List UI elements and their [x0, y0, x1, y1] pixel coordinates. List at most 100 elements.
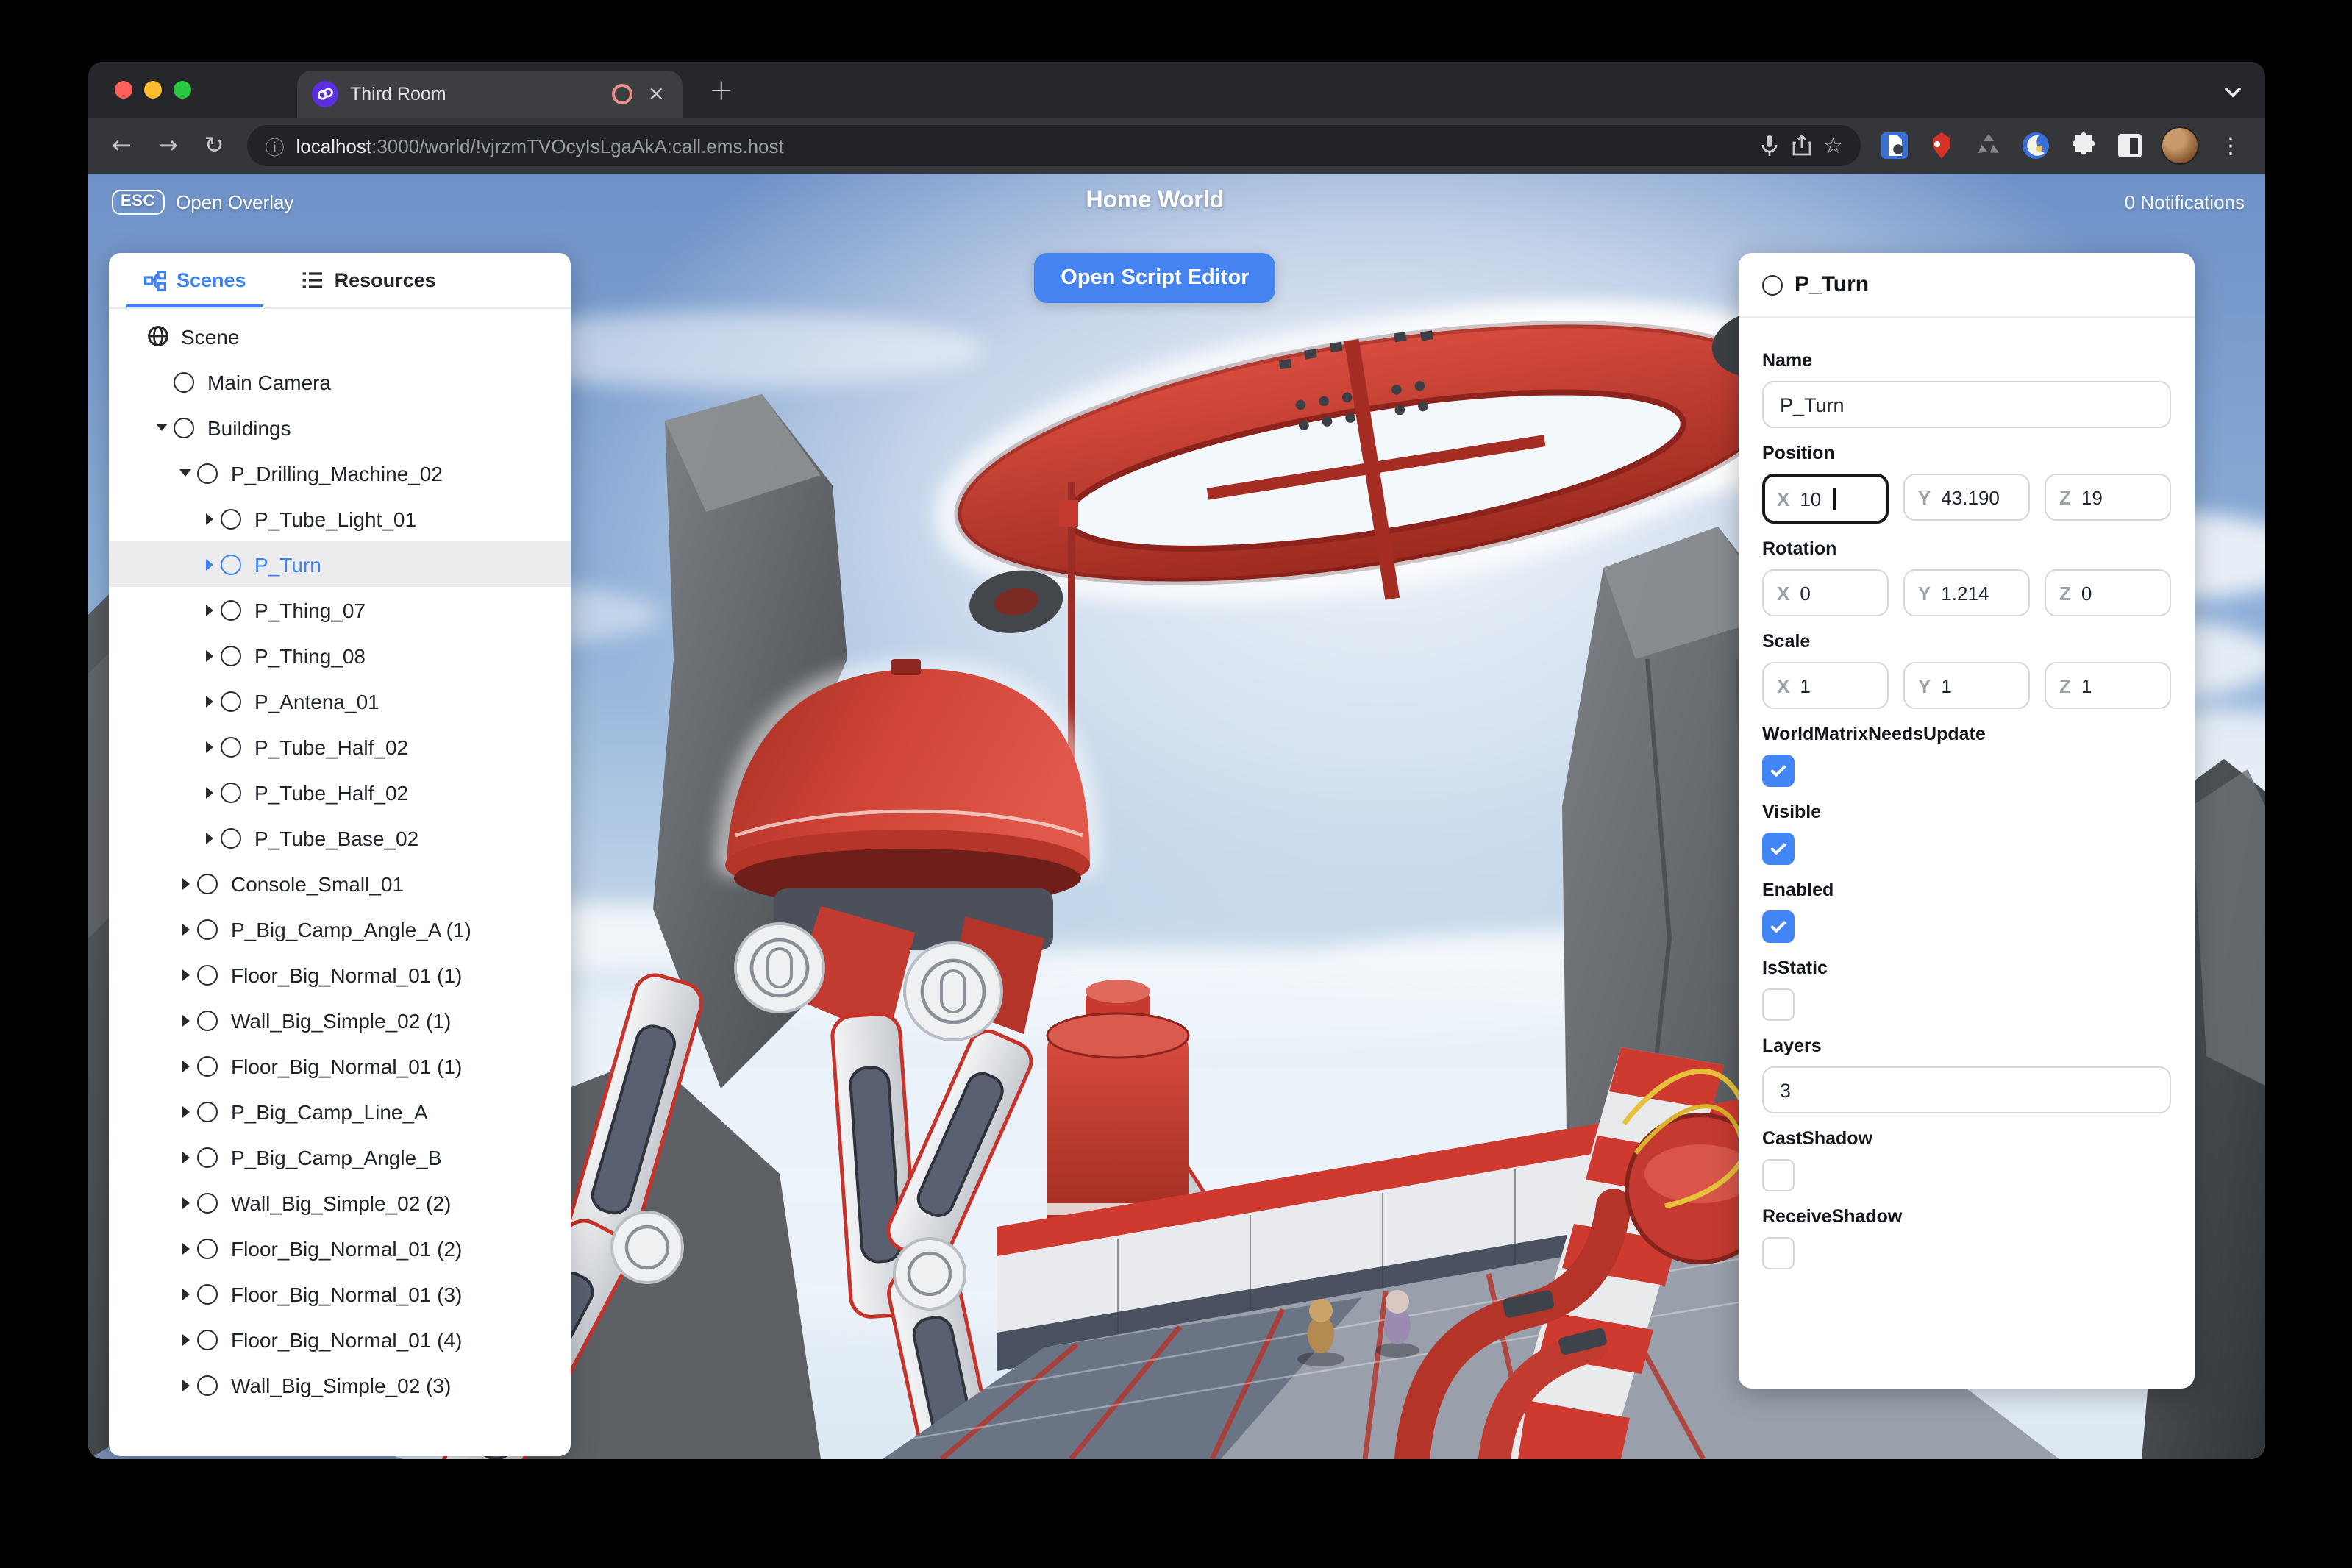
tree-item-p-tube-half-02[interactable]: P_Tube_Half_02	[109, 769, 571, 815]
name-input[interactable]: P_Turn	[1762, 381, 2171, 428]
tree-item-label: P_Tube_Light_01	[254, 507, 417, 530]
chevron-right-icon[interactable]	[200, 741, 218, 752]
receiveshadow-field-label: ReceiveShadow	[1762, 1206, 1903, 1227]
microphone-icon[interactable]	[1758, 134, 1779, 157]
site-info-icon[interactable]: ⓘ	[265, 132, 284, 160]
chevron-right-icon[interactable]	[200, 832, 218, 844]
puzzle-extensions-icon[interactable]	[2067, 129, 2099, 162]
visible-checkbox[interactable]	[1762, 833, 1795, 865]
chevron-down-icon[interactable]	[153, 424, 171, 431]
tab-title: Third Room	[350, 84, 446, 104]
rotation-z-input[interactable]: Z0	[2045, 569, 2171, 616]
sidebar-icon[interactable]	[2114, 129, 2146, 162]
new-tab-button[interactable]: +	[700, 72, 743, 107]
tree-item-scene[interactable]: Scene	[109, 313, 571, 359]
tree-item-floor-big-normal-01-3-[interactable]: Floor_Big_Normal_01 (3)	[109, 1271, 571, 1316]
browser-tab[interactable]: Third Room ×	[297, 71, 683, 118]
world-viewport[interactable]: ESC Open Overlay Home World 0 Notificati…	[88, 174, 2265, 1459]
chevron-right-icon[interactable]	[177, 1105, 194, 1117]
chevron-right-icon[interactable]	[200, 558, 218, 570]
open-overlay-control[interactable]: ESC Open Overlay	[112, 190, 293, 215]
scale-z-input[interactable]: Z1	[2045, 662, 2171, 709]
profile-avatar[interactable]	[2161, 126, 2199, 165]
fullscreen-window-button[interactable]	[174, 81, 191, 99]
tab-search-chevron-icon[interactable]	[2224, 79, 2242, 106]
tree-item-p-tube-base-02[interactable]: P_Tube_Base_02	[109, 815, 571, 860]
tree-item-main-camera[interactable]: Main Camera	[109, 359, 571, 405]
scale-y-input[interactable]: Y1	[1903, 662, 2030, 709]
close-window-button[interactable]	[115, 81, 132, 99]
forward-button[interactable]: →	[146, 118, 190, 174]
rotation-y-input[interactable]: Y 1.214	[1903, 569, 2030, 616]
recycle-extension-icon[interactable]	[1973, 129, 2005, 162]
tab-resources[interactable]: Resources	[285, 253, 454, 307]
back-button[interactable]: ←	[100, 118, 143, 174]
rotation-x-input[interactable]: X0	[1762, 569, 1889, 616]
tab-close-icon[interactable]: ×	[645, 81, 668, 107]
password-manager-extension-icon[interactable]	[1878, 129, 1911, 162]
chevron-right-icon[interactable]	[200, 786, 218, 798]
chevron-right-icon[interactable]	[177, 1060, 194, 1072]
tree-item-floor-big-normal-01-1-[interactable]: Floor_Big_Normal_01 (1)	[109, 1043, 571, 1088]
tree-item-wall-big-simple-02-2-[interactable]: Wall_Big_Simple_02 (2)	[109, 1180, 571, 1225]
tree-item-buildings[interactable]: Buildings	[109, 405, 571, 450]
reload-button[interactable]: ↻	[193, 118, 236, 174]
chevron-right-icon[interactable]	[177, 1197, 194, 1208]
chevron-right-icon[interactable]	[177, 1014, 194, 1026]
minimize-window-button[interactable]	[144, 81, 162, 99]
chevron-right-icon[interactable]	[200, 604, 218, 616]
chevron-right-icon[interactable]	[200, 513, 218, 524]
chevron-right-icon[interactable]	[177, 877, 194, 889]
chevron-right-icon[interactable]	[177, 923, 194, 935]
tree-item-p-turn[interactable]: P_Turn	[109, 541, 571, 587]
layers-input[interactable]: 3	[1762, 1066, 2171, 1113]
tree-item-p-tube-light-01[interactable]: P_Tube_Light_01	[109, 496, 571, 541]
browser-menu-icon[interactable]: ⋮	[2208, 132, 2253, 159]
tree-item-wall-big-simple-02-1-[interactable]: Wall_Big_Simple_02 (1)	[109, 997, 571, 1043]
open-script-editor-button[interactable]: Open Script Editor	[1034, 253, 1276, 303]
tree-item-p-big-camp-angle-b[interactable]: P_Big_Camp_Angle_B	[109, 1134, 571, 1180]
tree-item-p-big-camp-line-a[interactable]: P_Big_Camp_Line_A	[109, 1088, 571, 1134]
tree-item-p-tube-half-02[interactable]: P_Tube_Half_02	[109, 724, 571, 769]
scale-x-input[interactable]: X1	[1762, 662, 1889, 709]
tab-scenes[interactable]: Scenes	[126, 253, 264, 307]
tree-item-p-big-camp-angle-a-1-[interactable]: P_Big_Camp_Angle_A (1)	[109, 906, 571, 952]
chevron-right-icon[interactable]	[200, 695, 218, 707]
tree-item-p-thing-08[interactable]: P_Thing_08	[109, 632, 571, 678]
tree-item-label: Main Camera	[207, 370, 332, 393]
chevron-down-icon[interactable]	[177, 469, 194, 477]
tree-item-console-small-01[interactable]: Console_Small_01	[109, 860, 571, 906]
tree-item-floor-big-normal-01-1-[interactable]: Floor_Big_Normal_01 (1)	[109, 952, 571, 997]
chevron-right-icon[interactable]	[177, 1288, 194, 1300]
tree-item-p-thing-07[interactable]: P_Thing_07	[109, 587, 571, 632]
chevron-right-icon[interactable]	[177, 969, 194, 980]
tree-item-wall-big-simple-02-3-[interactable]: Wall_Big_Simple_02 (3)	[109, 1362, 571, 1408]
receiveshadow-checkbox[interactable]	[1762, 1237, 1795, 1269]
position-x-input[interactable]: X 10	[1762, 474, 1889, 524]
browser-toolbar: ← → ↻ ⓘ localhost:3000/world/!vjrzmTVOcy…	[88, 118, 2265, 175]
castshadow-checkbox[interactable]	[1762, 1159, 1795, 1191]
red-extension-icon[interactable]	[1925, 129, 1958, 162]
enabled-checkbox[interactable]	[1762, 910, 1795, 943]
dark-reader-extension-icon[interactable]	[2020, 129, 2052, 162]
url-bar[interactable]: ⓘ localhost:3000/world/!vjrzmTVOcyIsLgaA…	[247, 125, 1861, 166]
isstatic-checkbox[interactable]	[1762, 988, 1795, 1021]
position-z-input[interactable]: Z 19	[2045, 474, 2171, 521]
tab-resources-label: Resources	[334, 269, 436, 291]
chevron-right-icon[interactable]	[177, 1333, 194, 1345]
chevron-right-icon[interactable]	[177, 1379, 194, 1391]
tree-item-floor-big-normal-01-2-[interactable]: Floor_Big_Normal_01 (2)	[109, 1225, 571, 1271]
open-overlay-label: Open Overlay	[176, 191, 294, 213]
tree-item-p-antena-01[interactable]: P_Antena_01	[109, 678, 571, 724]
tree-item-floor-big-normal-01-4-[interactable]: Floor_Big_Normal_01 (4)	[109, 1316, 571, 1362]
tree-item-p-drilling-machine-02[interactable]: P_Drilling_Machine_02	[109, 450, 571, 496]
chevron-right-icon[interactable]	[177, 1151, 194, 1163]
share-icon[interactable]	[1791, 134, 1811, 157]
chevron-right-icon[interactable]	[177, 1242, 194, 1254]
node-circle-icon	[221, 599, 241, 620]
tree-item-label: P_Big_Camp_Line_A	[231, 1100, 428, 1123]
bookmark-star-icon[interactable]: ☆	[1823, 132, 1843, 159]
worldmatrix-checkbox[interactable]	[1762, 755, 1795, 787]
position-y-input[interactable]: Y 43.190	[1903, 474, 2030, 521]
chevron-right-icon[interactable]	[200, 649, 218, 661]
